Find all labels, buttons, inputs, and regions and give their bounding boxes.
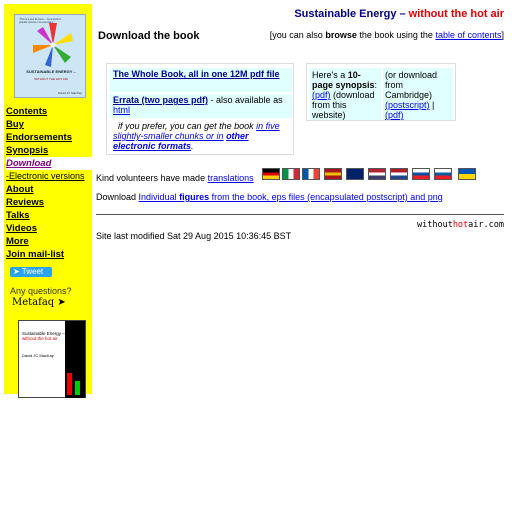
browse-suffix: ]	[501, 30, 504, 40]
questions-label: Any questions?	[10, 286, 72, 296]
sidebar-item-join-mail-list: Join mail-list	[6, 248, 92, 261]
figures-link-b: figures	[179, 192, 210, 202]
cover-author: David JC MacKay	[58, 91, 82, 95]
sidebar-item-buy: Buy	[6, 118, 92, 131]
mini-book-cover[interactable]: Sustainable Energy – without the hot air …	[18, 320, 86, 398]
synopsis-postscript-link[interactable]: (postscript)	[385, 100, 430, 110]
sidebar-link[interactable]: -Electronic versions	[6, 171, 85, 181]
sidebar-link[interactable]: Download	[6, 158, 51, 169]
figures-link[interactable]: Individual figures from the book, eps fi…	[139, 192, 443, 202]
site-tagline: without the hot air	[408, 8, 504, 20]
sidebar-nav: Contents Buy Endorsements Synopsis Downl…	[6, 105, 92, 261]
sidebar-item-videos: Videos	[6, 222, 92, 235]
mini-cover-tagline: without the hot air	[22, 336, 58, 341]
prefer-text: if you prefer, you can get the book	[118, 121, 254, 131]
flag-slovakia-icon[interactable]	[412, 168, 430, 180]
synopsis-pdf-link[interactable]: (pdf)	[312, 90, 331, 100]
sidebar-link[interactable]: About	[6, 184, 33, 195]
whole-book-row: The Whole Book, all in one 12M pdf file	[110, 68, 292, 92]
flag-australia-icon[interactable]	[346, 168, 364, 180]
cover-subtitle: WITHOUT THE HOT AIR	[34, 77, 68, 81]
synopsis-pdf2-link[interactable]: (pdf)	[385, 110, 404, 120]
browse-middle: the book using the	[359, 30, 433, 40]
red-bar	[67, 373, 72, 395]
table-of-contents-link[interactable]: table of contents	[435, 30, 501, 40]
whole-book-link[interactable]: The Whole Book, all in one 12M pdf file	[113, 69, 280, 79]
figures-line: Download Individual figures from the boo…	[96, 192, 443, 202]
mini-cover-title: Sustainable Energy – without the hot air	[22, 331, 66, 341]
site-title-main: Sustainable Energy –	[294, 8, 406, 20]
sidebar-link[interactable]: Join mail-list	[6, 249, 64, 260]
errata-link[interactable]: Errata (two pages pdf)	[113, 95, 208, 105]
arrow-right-icon: ➤	[57, 297, 66, 308]
flag-netherlands-icon[interactable]	[390, 168, 408, 180]
flag-france-icon[interactable]	[302, 168, 320, 180]
brand-hot: hot	[452, 220, 469, 230]
sidebar-link[interactable]: Contents	[6, 106, 47, 117]
divider	[96, 214, 504, 215]
green-bar	[75, 381, 80, 395]
flag-ukraine-icon[interactable]	[458, 168, 476, 180]
cover-title: SUSTAINABLE ENERGY –	[26, 69, 76, 74]
browse-word: browse	[325, 30, 357, 40]
prefer-end: .	[191, 141, 194, 151]
metafaq-link[interactable]: Metafaq ➤	[12, 297, 66, 308]
figures-prefix: Download	[96, 192, 137, 202]
sidebar-link[interactable]: More	[6, 236, 29, 247]
brand-a: without	[416, 220, 453, 230]
sidebar-item-talks: Talks	[6, 209, 92, 222]
sidebar-item-more: More	[6, 235, 92, 248]
flag-germany-icon[interactable]	[262, 168, 280, 180]
sidebar-link[interactable]: Talks	[6, 210, 30, 221]
sidebar-link[interactable]: Endorsements	[6, 132, 72, 143]
flag-slovenia-icon[interactable]	[434, 168, 452, 180]
sidebar: "This is a tour de force… As a work of p…	[4, 4, 92, 398]
browse-note: [you can also browse the book using the …	[270, 30, 504, 40]
sidebar-item-about: About	[6, 183, 92, 196]
sidebar-link[interactable]: Synopsis	[6, 145, 48, 156]
sidebar-item-contents: Contents	[6, 105, 92, 118]
mini-cover-author: David JC MacKay	[22, 353, 54, 358]
sidebar-item-endorsements: Endorsements	[6, 131, 92, 144]
synopsis-cell-cambridge: (or download from Cambridge) (postscript…	[383, 68, 453, 120]
sidebar-link[interactable]: Videos	[6, 223, 37, 234]
flag-usa-icon[interactable]	[368, 168, 386, 180]
sidebar-link[interactable]: Buy	[6, 119, 24, 130]
brand-link[interactable]: withouthotair.com	[417, 220, 504, 230]
figures-link-c: from the book, eps files (encapsulated p…	[211, 192, 443, 202]
sidebar-item-reviews: Reviews	[6, 196, 92, 209]
flag-italy-icon[interactable]	[282, 168, 300, 180]
book-cover[interactable]: "This is a tour de force… As a work of p…	[14, 14, 86, 98]
sidebar-item-synopsis: Synopsis	[6, 144, 92, 157]
synopsis-panel: Here's a 10-page synopsis: (pdf) (downlo…	[306, 63, 456, 121]
synopsis-cell-local: Here's a 10-page synopsis: (pdf) (downlo…	[310, 68, 381, 120]
translations-line: Kind volunteers have made translations	[96, 173, 254, 183]
errata-row: Errata (two pages pdf) - also available …	[110, 94, 292, 118]
cover-blurb: "This is a tour de force… As a work of p…	[19, 18, 61, 24]
synopsis-cambridge-note: (or download from Cambridge)	[385, 70, 438, 100]
browse-prefix: [you can also	[269, 30, 323, 40]
sidebar-item-electronic-versions: -Electronic versions	[6, 170, 92, 183]
sidebar-link[interactable]: Reviews	[6, 197, 44, 208]
page-title: Download the book	[98, 30, 200, 42]
synopsis-bar: |	[432, 100, 435, 110]
site-title[interactable]: Sustainable Energy – without the hot air	[294, 8, 504, 20]
tweet-label: Tweet	[21, 267, 44, 276]
last-modified: Site last modified Sat 29 Aug 2015 10:36…	[96, 231, 292, 241]
errata-html-link[interactable]: html	[113, 105, 130, 115]
errata-middle: - also available as	[210, 95, 283, 105]
flag-spain-icon[interactable]	[324, 168, 342, 180]
download-panel: The Whole Book, all in one 12M pdf file …	[106, 63, 294, 155]
synopsis-colon: :	[374, 80, 378, 90]
figures-link-a: Individual	[138, 192, 177, 202]
prefer-row: if you prefer, you can get the book in f…	[110, 120, 292, 152]
metafaq-label: Metafaq	[12, 297, 55, 308]
bird-icon: ➤	[13, 267, 20, 276]
brand-b: air.com	[468, 220, 504, 230]
synopsis-heres: Here's a	[312, 70, 346, 80]
sidebar-item-download: Download	[6, 157, 92, 170]
tweet-button[interactable]: ➤ Tweet	[10, 267, 52, 277]
translations-link[interactable]: translations	[208, 173, 254, 183]
translations-text: Kind volunteers have made	[96, 173, 206, 183]
